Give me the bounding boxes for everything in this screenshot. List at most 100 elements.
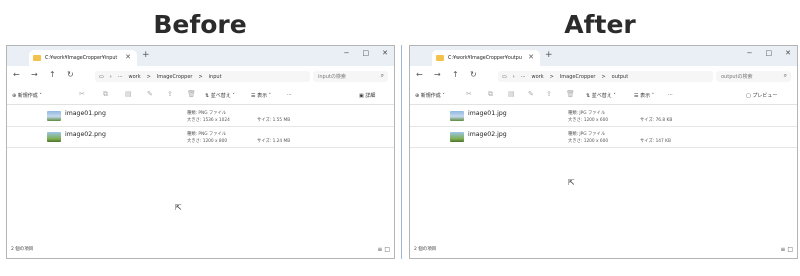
copy-icon[interactable]: ⧉ <box>103 90 108 99</box>
view-button[interactable]: ☰ 表示 ˅ <box>634 92 654 99</box>
folder-icon <box>436 55 444 61</box>
address-bar[interactable]: ▭ › ··· work > ImageCropper > output <box>498 71 713 82</box>
navigation-bar: ← → ↑ ↻ ▭ › ··· work > ImageCropper > in… <box>7 66 394 86</box>
new-tab-button[interactable]: + <box>142 50 150 60</box>
file-name: image02.jpg <box>468 131 507 138</box>
cut-icon[interactable]: ✂ <box>79 90 85 98</box>
preview-pane-button[interactable]: ▢ プレビュー <box>746 92 777 99</box>
address-segment-work[interactable]: work <box>532 74 544 80</box>
forward-icon[interactable]: → <box>434 70 441 79</box>
view-toggle-icons[interactable]: ≡ □ <box>780 246 793 253</box>
share-icon[interactable]: ⇪ <box>167 90 173 98</box>
file-type: 種類: JPG ファイル <box>568 111 606 116</box>
command-bar: ⊕ 新規作成 ˅ ✂ ⧉ ▤ ✎ ⇪ 🗑 ⇅ 並べ替え ˅ ☰ 表示 ˅ ···… <box>7 86 394 105</box>
before-heading: Before <box>153 10 247 39</box>
after-explorer-window: C:¥work¥ImageCropper¥outpu ✕ + − □ ✕ ← →… <box>409 45 798 259</box>
file-size: サイズ: 1.55 MB <box>257 118 291 123</box>
maximize-icon[interactable]: □ <box>363 49 370 57</box>
pc-icon: ▭ <box>99 73 104 80</box>
sort-button[interactable]: ⇅ 並べ替え ˅ <box>205 92 235 99</box>
panel-divider <box>401 45 402 259</box>
pc-icon: ▭ <box>502 73 507 80</box>
maximize-icon[interactable]: □ <box>766 49 773 57</box>
new-button[interactable]: ⊕ 新規作成 ˅ <box>415 92 445 99</box>
status-item-count: 2 個の項目 <box>11 247 34 252</box>
title-bar: C:¥work¥ImageCropper¥input ✕ + − □ ✕ <box>7 46 394 66</box>
address-segment-input[interactable]: input <box>209 74 222 80</box>
address-segment-imagecropper[interactable]: ImageCropper <box>560 74 596 80</box>
explorer-tab[interactable]: C:¥work¥ImageCropper¥outpu ✕ <box>432 50 540 66</box>
address-segment-output[interactable]: output <box>612 74 629 80</box>
image-thumbnail <box>450 132 464 142</box>
navigation-bar: ← → ↑ ↻ ▭ › ··· work > ImageCropper > ou… <box>410 66 797 86</box>
refresh-icon[interactable]: ↻ <box>67 70 74 79</box>
address-separator: > <box>601 73 606 80</box>
details-pane-button[interactable]: ▣ 詳細 <box>359 92 375 99</box>
file-name: image02.png <box>65 131 106 138</box>
address-separator: > <box>198 73 203 80</box>
explorer-tab[interactable]: C:¥work¥ImageCropper¥input ✕ <box>29 50 137 66</box>
command-bar: ⊕ 新規作成 ˅ ✂ ⧉ ▤ ✎ ⇪ 🗑 ⇅ 並べ替え ˅ ☰ 表示 ˅ ···… <box>410 86 797 105</box>
rename-icon[interactable]: ✎ <box>147 90 153 98</box>
back-icon[interactable]: ← <box>13 70 20 79</box>
file-type: 種類: PNG ファイル <box>187 111 227 116</box>
image-thumbnail <box>47 132 61 142</box>
file-row[interactable]: image02.png 種類: PNG ファイル 大きさ: 1200 x 800… <box>7 128 394 148</box>
file-size: サイズ: 147 KB <box>640 139 671 144</box>
before-explorer-window: C:¥work¥ImageCropper¥input ✕ + − □ ✕ ← →… <box>6 45 395 259</box>
address-segment-imagecropper[interactable]: ImageCropper <box>157 74 193 80</box>
paste-icon[interactable]: ▤ <box>508 90 515 98</box>
close-tab-icon[interactable]: ✕ <box>528 53 534 61</box>
minimize-icon[interactable]: − <box>747 49 753 57</box>
after-heading: After <box>564 10 636 39</box>
new-button[interactable]: ⊕ 新規作成 ˅ <box>12 92 42 99</box>
delete-icon[interactable]: 🗑 <box>187 90 196 98</box>
address-separator: > <box>146 73 151 80</box>
sort-button[interactable]: ⇅ 並べ替え ˅ <box>586 92 616 99</box>
close-icon[interactable]: ✕ <box>382 49 388 57</box>
address-separator: › <box>512 73 515 80</box>
close-icon[interactable]: ✕ <box>785 49 791 57</box>
back-icon[interactable]: ← <box>416 70 423 79</box>
file-row[interactable]: image01.png 種類: PNG ファイル 大きさ: 1536 x 102… <box>7 107 394 127</box>
file-dimensions: 大きさ: 1200 x 600 <box>568 118 609 123</box>
file-row[interactable]: image02.jpg 種類: JPG ファイル 大きさ: 1200 x 600… <box>410 128 797 148</box>
folder-icon <box>33 55 41 61</box>
search-icon: ⌕ <box>380 72 384 79</box>
search-placeholder: inputの検索 <box>318 74 346 80</box>
file-type: 種類: PNG ファイル <box>187 132 227 137</box>
address-overflow[interactable]: ··· <box>521 74 526 80</box>
tab-title: C:¥work¥ImageCropper¥input <box>45 55 118 61</box>
search-input[interactable]: outputの検索 ⌕ <box>716 71 791 82</box>
up-icon[interactable]: ↑ <box>452 70 459 79</box>
copy-icon[interactable]: ⧉ <box>488 90 493 99</box>
new-tab-button[interactable]: + <box>545 50 553 60</box>
up-icon[interactable]: ↑ <box>49 70 56 79</box>
forward-icon[interactable]: → <box>31 70 38 79</box>
more-options-button[interactable]: ··· <box>668 92 673 98</box>
file-dimensions: 大きさ: 1200 x 800 <box>187 139 228 144</box>
cut-icon[interactable]: ✂ <box>466 90 472 98</box>
mouse-cursor-icon: ⇱ <box>568 178 575 187</box>
view-button[interactable]: ☰ 表示 ˅ <box>251 92 271 99</box>
search-input[interactable]: inputの検索 ⌕ <box>313 71 388 82</box>
file-type: 種類: JPG ファイル <box>568 132 606 137</box>
paste-icon[interactable]: ▤ <box>125 90 132 98</box>
window-controls: − □ ✕ <box>747 49 791 57</box>
address-segment-work[interactable]: work <box>129 74 141 80</box>
rename-icon[interactable]: ✎ <box>528 90 534 98</box>
address-bar[interactable]: ▭ › ··· work > ImageCropper > input <box>95 71 310 82</box>
more-options-button[interactable]: ··· <box>287 92 292 98</box>
search-icon: ⌕ <box>783 72 787 79</box>
close-tab-icon[interactable]: ✕ <box>125 53 131 61</box>
share-icon[interactable]: ⇪ <box>546 90 552 98</box>
view-toggle-icons[interactable]: ≡ □ <box>377 246 390 253</box>
refresh-icon[interactable]: ↻ <box>470 70 477 79</box>
address-separator: › <box>109 73 112 80</box>
mouse-cursor-icon: ⇱ <box>175 203 182 212</box>
delete-icon[interactable]: 🗑 <box>566 90 575 98</box>
file-row[interactable]: image01.jpg 種類: JPG ファイル 大きさ: 1200 x 600… <box>410 107 797 127</box>
minimize-icon[interactable]: − <box>344 49 350 57</box>
image-thumbnail <box>450 111 464 121</box>
address-overflow[interactable]: ··· <box>118 74 123 80</box>
